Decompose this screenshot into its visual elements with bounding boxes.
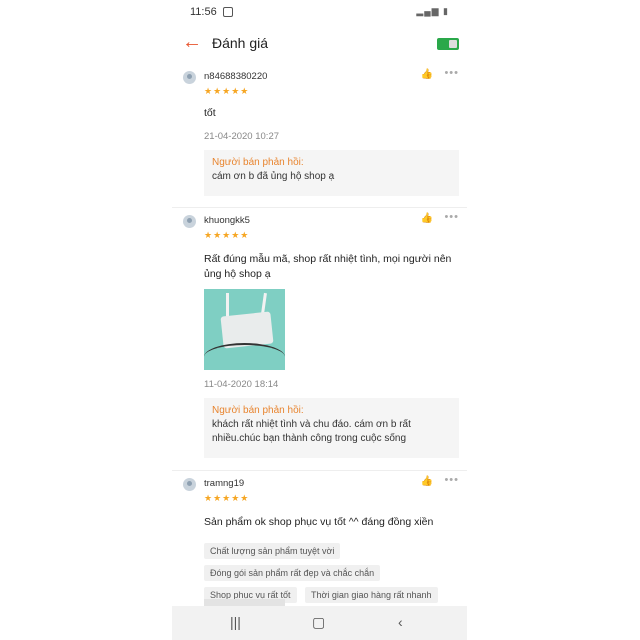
seller-reply-text: cám ơn b đã ủng hộ shop ạ [212,171,335,182]
seller-reply: Người bán phản hồi: cám ơn b đã ủng hộ s… [204,150,459,196]
thumbs-up-icon[interactable]: 👍 [421,69,433,80]
more-dots-icon[interactable]: ••• [444,211,459,223]
avatar [183,71,196,84]
review-text: Rất đúng mẫu mã, shop rất nhiệt tình, mọ… [204,253,452,280]
back-arrow-icon[interactable]: ← [182,32,202,52]
recent-apps-icon[interactable]: ||| [230,614,241,630]
system-nav-bar: ||| ▢ ‹ [172,606,467,640]
app-bar: ← Đánh giá [172,24,467,64]
status-time: 11:56 [190,6,217,18]
more-dots-icon[interactable]: ••• [444,67,459,79]
star-rating: ★★★★★ [204,230,250,240]
review-tag: Đóng gói sản phẩm rất đẹp và chắc chắn [204,565,381,581]
home-icon[interactable]: ▢ [312,614,325,631]
notification-icon [223,7,233,17]
review-text: Sản phẩm ok shop phục vụ tốt ^^ đáng đồn… [204,516,434,528]
status-bar: 11:56 ▂▄▆ ▮ [172,0,467,24]
avatar [183,478,196,491]
avatar [183,215,196,228]
review-username: khuongkk5 [204,215,250,226]
review-username: tramng19 [204,478,245,489]
review-date: 21-04-2020 10:27 [204,131,280,142]
review-item: khuongkk5 👍 ••• ★★★★★ Rất đúng mẫu mã, s… [172,208,467,471]
seller-reply-text: khách rất nhiệt tình và chu đáo. cám ơn … [212,419,411,444]
review-tag: Thời gian giao hàng rất nhanh [305,587,438,603]
seller-reply-label: Người bán phản hồi: [212,405,304,416]
seller-reply-label: Người bán phản hồi: [212,157,304,168]
review-photo[interactable] [204,289,285,370]
more-dots-icon[interactable]: ••• [444,474,459,486]
thumbs-up-icon[interactable]: 👍 [421,213,433,224]
star-rating: ★★★★★ [204,86,250,96]
review-list[interactable]: n84688380220 👍 ••• ★★★★★ tốt 21-04-2020 … [172,64,467,640]
seller-reply: Người bán phản hồi: khách rất nhiệt tình… [204,398,459,458]
review-tag: Chất lượng sản phẩm tuyệt vời [204,543,341,559]
phone-screen: 11:56 ▂▄▆ ▮ ← Đánh giá n84688380220 👍 ••… [172,0,467,640]
review-text: tốt [204,107,216,119]
nav-back-icon[interactable]: ‹ [398,614,403,630]
camera-icon[interactable] [437,38,459,50]
signal-icon: ▂▄▆ ▮ [416,6,449,16]
page-title: Đánh giá [212,35,269,51]
star-rating: ★★★★★ [204,493,250,503]
review-item: n84688380220 👍 ••• ★★★★★ tốt 21-04-2020 … [172,64,467,208]
review-date: 11-04-2020 18:14 [204,379,279,390]
review-username: n84688380220 [204,71,268,82]
thumbs-up-icon[interactable]: 👍 [421,476,433,487]
review-tags: Chất lượng sản phẩm tuyệt vời Đóng gói s… [204,541,464,607]
cable-image [204,343,285,370]
